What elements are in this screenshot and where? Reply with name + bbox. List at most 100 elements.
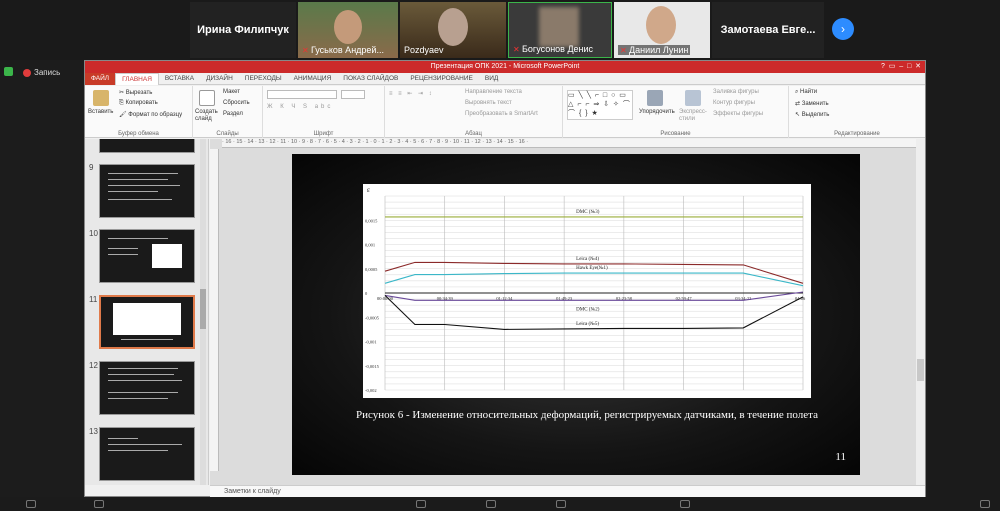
- notes-field[interactable]: Заметки к слайду: [210, 485, 925, 497]
- editing-group: ⌕ Найти ⇄ Заменить ↖ Выделить Редактиров…: [789, 86, 925, 138]
- group-label: Буфер обмена: [118, 131, 159, 137]
- y-axis-label: ε: [367, 186, 370, 194]
- copy-button[interactable]: ⎘ Копировать: [119, 100, 158, 107]
- tab-review[interactable]: РЕЦЕНЗИРОВАНИЕ: [404, 73, 479, 85]
- participant-tile-active[interactable]: ✕ Богусонов Денис: [508, 2, 612, 58]
- participant-name: Pozdyaev: [404, 45, 444, 55]
- section-button[interactable]: Раздел: [223, 111, 243, 117]
- font-style-buttons[interactable]: Ж К Ч S abc: [267, 104, 333, 110]
- tab-insert[interactable]: ВСТАВКА: [159, 73, 200, 85]
- slide-thumbnail[interactable]: [99, 139, 195, 153]
- slide-thumbnail-selected[interactable]: [99, 295, 195, 349]
- series-label: DMC (№3): [576, 209, 600, 215]
- title-bar: Презентация ОПК 2021 - Microsoft PowerPo…: [85, 61, 925, 73]
- cut-button[interactable]: ✂ Вырезать: [119, 89, 152, 96]
- tab-view[interactable]: ВИД: [479, 73, 504, 85]
- participant-tile[interactable]: ✕ Даниил Лунин: [614, 2, 710, 58]
- text-direction-button[interactable]: Направление текста: [465, 89, 522, 95]
- new-slide-button[interactable]: Создать слайд: [195, 109, 223, 123]
- scrollbar-thumb[interactable]: [200, 289, 206, 329]
- tab-home[interactable]: ГЛАВНАЯ: [115, 72, 159, 85]
- slide-thumbnail[interactable]: [99, 229, 195, 283]
- y-tick-label: -0,001: [365, 340, 377, 346]
- strain-chart: 0,0015 0,001 0,0005 0 -0,0005 -0,001 -0,0015 -0…: [365, 186, 806, 394]
- mute-icon[interactable]: [26, 500, 36, 508]
- recording-label: Запись: [34, 68, 61, 77]
- participants-icon[interactable]: [416, 500, 426, 508]
- series-label: Leica (№4): [576, 256, 599, 262]
- window-title: Презентация ОПК 2021 - Microsoft PowerPo…: [430, 63, 580, 70]
- slide-thumbnails-pane: 9 10 11 12 13 14: [85, 139, 209, 485]
- series-label: Hawk Eye(№1): [576, 265, 608, 271]
- tab-file[interactable]: ФАЙЛ: [85, 72, 116, 85]
- participant-name: Ирина Филипчук: [197, 24, 289, 36]
- mic-off-icon: ✕: [302, 46, 309, 55]
- figure-caption: Рисунок 6 - Изменение относительных дефо…: [356, 409, 818, 421]
- y-tick-label: -0,002: [365, 388, 377, 394]
- font-size-select[interactable]: [341, 90, 365, 99]
- format-painter-button[interactable]: 🖌 Формат по образцу: [119, 111, 182, 118]
- right-panel: [928, 60, 1000, 497]
- ribbon-tabs: ФАЙЛ ГЛАВНАЯ ВСТАВКА ДИЗАЙН ПЕРЕХОДЫ АНИ…: [85, 72, 925, 85]
- select-button[interactable]: ↖ Выделить: [795, 111, 829, 118]
- brush-icon: 🖌: [119, 112, 129, 118]
- reset-button[interactable]: Сбросить: [223, 100, 250, 106]
- vertical-ruler: [210, 149, 219, 471]
- quick-styles-button[interactable]: Экспресс-стили: [679, 109, 709, 123]
- mic-off-icon: ✕: [513, 45, 520, 54]
- thumbnail-number: 10: [89, 229, 98, 238]
- font-family-select[interactable]: [267, 90, 337, 99]
- list-buttons[interactable]: ≡ ≡ ⇤ ⇥ ↕: [389, 90, 434, 97]
- layout-button[interactable]: Макет: [223, 89, 240, 95]
- slide-thumbnail[interactable]: [99, 164, 195, 218]
- editor-scrollbar[interactable]: [916, 139, 925, 485]
- smartart-button[interactable]: Преобразовать в SmartArt: [465, 111, 538, 117]
- shape-effects-button[interactable]: Эффекты фигуры: [713, 111, 763, 117]
- current-slide[interactable]: 0,0015 0,001 0,0005 0 -0,0005 -0,001 -0,0015 -0…: [292, 154, 860, 475]
- tab-animation[interactable]: АНИМАЦИЯ: [288, 73, 338, 85]
- slide-thumbnail[interactable]: [99, 361, 195, 415]
- tab-slideshow[interactable]: ПОКАЗ СЛАЙДОВ: [337, 73, 404, 85]
- thumbnail-number: 13: [89, 427, 98, 436]
- participant-tile[interactable]: Замотаева Евге...: [712, 2, 824, 58]
- recording-indicator[interactable]: Запись: [4, 66, 60, 77]
- tab-transitions[interactable]: ПЕРЕХОДЫ: [239, 73, 288, 85]
- paste-button[interactable]: Вставить: [88, 109, 113, 115]
- participant-tile[interactable]: Pozdyaev: [400, 2, 506, 58]
- participant-tile[interactable]: ✕ Гуськов Андрей...: [298, 2, 398, 58]
- shape-fill-button[interactable]: Заливка фигуры: [713, 89, 759, 95]
- group-label: Редактирование: [834, 131, 880, 137]
- tab-design[interactable]: ДИЗАЙН: [200, 73, 239, 85]
- participant-strip: Ирина Филипчук ✕ Гуськов Андрей... Pozdya…: [0, 0, 1000, 60]
- y-tick-label: 0,001: [365, 243, 375, 249]
- zoom-toolbar: [0, 497, 1000, 511]
- y-tick-label: -0,0005: [365, 315, 380, 321]
- drawing-group: ▭ ╲ ╲ ⌐ □ ○ ▭ △ ⌐ ⌐ ⇒ ⇩ ✧ ⌒ ⌒ { } ★ Упор…: [563, 86, 789, 138]
- participant-name: ✕ Богусонов Денис: [513, 44, 594, 54]
- leave-icon[interactable]: [980, 500, 990, 508]
- participant-name: Замотаева Евге...: [720, 24, 816, 36]
- scrollbar-thumb[interactable]: [917, 359, 924, 381]
- thumbnails-scrollbar[interactable]: [200, 139, 206, 485]
- find-button[interactable]: ⌕ Найти: [795, 89, 817, 96]
- reactions-icon[interactable]: [680, 500, 690, 508]
- chat-icon[interactable]: [486, 500, 496, 508]
- replace-button[interactable]: ⇄ Заменить: [795, 100, 829, 107]
- window-controls[interactable]: ? ▭ – □ ✕: [881, 61, 921, 73]
- group-label: Рисование: [660, 131, 691, 137]
- share-screen-icon[interactable]: [556, 500, 566, 508]
- participant-tile[interactable]: Ирина Филипчук: [190, 2, 296, 58]
- align-text-button[interactable]: Выровнять текст: [465, 100, 512, 106]
- shape-outline-button[interactable]: Контур фигуры: [713, 100, 755, 106]
- ribbon: Вставить ✂ Вырезать ⎘ Копировать 🖌 Форма…: [85, 86, 925, 138]
- slide-thumbnail[interactable]: [99, 427, 195, 481]
- quick-styles-icon: [685, 90, 701, 106]
- y-tick-label: 0,0005: [365, 267, 378, 273]
- shapes-gallery[interactable]: ▭ ╲ ╲ ⌐ □ ○ ▭ △ ⌐ ⌐ ⇒ ⇩ ✧ ⌒ ⌒ { } ★: [567, 90, 633, 120]
- participant-video: [539, 7, 579, 47]
- video-icon[interactable]: [94, 500, 104, 508]
- horizontal-ruler: · 16 · 15 · 14 · 13 · 12 · 11 · 10 · 9 ·…: [222, 139, 922, 148]
- arrange-button[interactable]: Упорядочить: [639, 109, 675, 115]
- thumbnail-number: 12: [89, 361, 98, 370]
- next-participants-button[interactable]: ›: [832, 18, 854, 40]
